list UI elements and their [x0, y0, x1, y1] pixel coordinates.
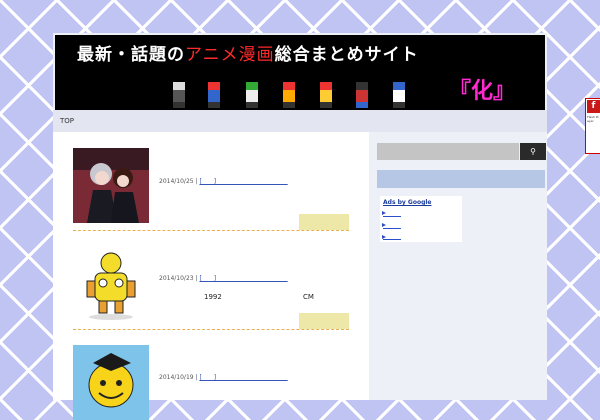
post-excerpt-year: 1992 — [204, 293, 222, 301]
site-banner[interactable]: 最新・話題のアニメ漫画総合まとめサイト 『化』 — [55, 35, 545, 110]
post-meta: 2014/10/25 | [____]____ ____ __ ___ ___ … — [159, 178, 288, 185]
post-thumbnail[interactable] — [73, 247, 149, 322]
post-item: 2014/10/25 | [____]____ ____ __ ___ ___ … — [73, 148, 349, 231]
post-date: 2014/10/23 — [159, 275, 194, 282]
site-title: 最新・話題のアニメ漫画総合まとめサイト — [77, 40, 419, 65]
character-sprite — [243, 80, 261, 108]
post-link[interactable]: [____]____ ____ __ ___ ___ __ __ — [199, 374, 287, 381]
post-meta: 2014/10/23 | [____]____ ____ __ ___ ___ … — [159, 275, 288, 282]
character-sprite — [205, 80, 223, 108]
post-date: 2014/10/25 — [159, 178, 194, 185]
magnifier-icon: ⚲ — [530, 147, 536, 156]
ad-arrow-icon — [382, 223, 386, 227]
site-title-part3: 総合まとめサイト — [274, 45, 419, 65]
ad-link[interactable] — [383, 228, 401, 229]
nav-top-link[interactable]: TOP — [60, 117, 74, 125]
character-sprite — [170, 80, 188, 108]
post-item: 2014/10/19 | [____]____ ____ __ ___ ___ … — [73, 345, 349, 420]
post-separator: | — [195, 374, 198, 381]
character-sprite — [353, 80, 371, 108]
flash-plugin-badge[interactable]: f Flash Player — [585, 98, 600, 154]
post-thumbnail[interactable] — [73, 345, 149, 420]
read-more-box[interactable] — [299, 313, 349, 329]
ads-widget: Ads by Google — [380, 196, 462, 242]
ad-link[interactable] — [383, 239, 401, 240]
search-button[interactable]: ⚲ — [520, 143, 546, 160]
post-thumbnail[interactable] — [73, 148, 149, 223]
nav-bar: TOP — [53, 110, 547, 132]
ad-link[interactable] — [383, 216, 401, 217]
site-title-badge: 『化』 — [448, 79, 515, 104]
flash-player-icon: f — [587, 100, 600, 113]
main-content: 2014/10/25 | [____]____ ____ __ ___ ___ … — [53, 132, 369, 420]
ads-heading[interactable]: Ads by Google — [383, 199, 431, 206]
character-sprite — [280, 80, 298, 108]
post-excerpt-cm: CM — [303, 293, 314, 301]
read-more-box[interactable] — [299, 214, 349, 230]
post-meta: 2014/10/19 | [____]____ ____ __ ___ ___ … — [159, 374, 288, 381]
character-sprite — [390, 80, 408, 108]
post-link[interactable]: [____]____ ____ __ ___ ___ __ __ — [199, 275, 287, 282]
post-date: 2014/10/19 — [159, 374, 194, 381]
search-input[interactable] — [377, 143, 519, 160]
site-title-part1: 最新・話題の — [77, 45, 185, 65]
character-sprite — [317, 80, 335, 108]
post-separator: | — [195, 178, 198, 185]
sidebar-widget-header — [377, 170, 545, 188]
post-item: 2014/10/23 | [____]____ ____ __ ___ ___ … — [73, 247, 349, 330]
flash-text: Flash Player — [587, 115, 599, 123]
post-separator: | — [195, 275, 198, 282]
site-title-part2: アニメ漫画 — [185, 45, 275, 65]
ad-arrow-icon — [382, 211, 386, 215]
post-link[interactable]: [____]____ ____ __ ___ ___ __ __ — [199, 178, 287, 185]
